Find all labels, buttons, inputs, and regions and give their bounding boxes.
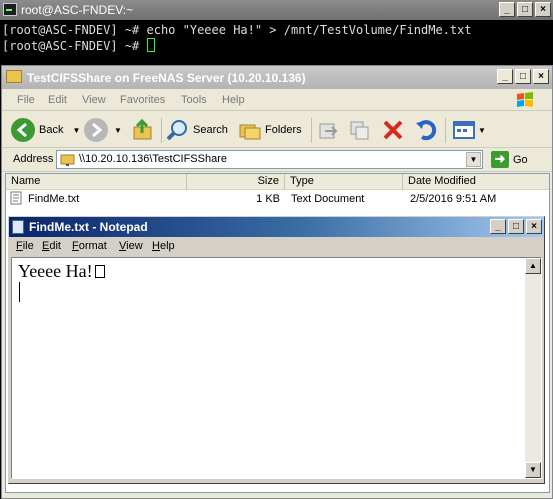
notepad-close-button[interactable]: ×	[526, 219, 542, 234]
views-dropdown-icon: ▼	[478, 125, 486, 135]
notepad-vertical-scrollbar[interactable]: ▲ ▼	[525, 258, 541, 478]
back-dropdown-icon[interactable]: ▼	[72, 126, 80, 135]
notepad-maximize-button[interactable]: □	[508, 219, 524, 234]
notepad-text-area[interactable]: Yeeee Ha! ▲ ▼	[11, 257, 542, 479]
line-break-glyph	[94, 265, 105, 278]
search-button[interactable]: Search	[166, 117, 228, 143]
explorer-close-button[interactable]: ×	[533, 69, 549, 84]
go-arrow-icon: ➜	[491, 151, 509, 168]
notepad-menu-file[interactable]: File	[16, 240, 34, 252]
file-date-modified: 2/5/2016 9:51 AM	[410, 193, 497, 205]
column-header-type[interactable]: Type	[285, 174, 403, 190]
menu-tools[interactable]: Tools	[181, 94, 207, 106]
forward-button[interactable]: ▼	[84, 117, 122, 143]
explorer-title: TestCIFSShare on FreeNAS Server (10.20.1…	[27, 71, 306, 85]
column-header-name[interactable]: Name	[6, 174, 187, 190]
explorer-title-bar[interactable]: TestCIFSShare on FreeNAS Server (10.20.1…	[2, 66, 552, 89]
file-list-header: Name Size Type Date Modified	[6, 174, 549, 190]
folders-button[interactable]: Folders	[238, 117, 302, 143]
menu-file[interactable]: File	[17, 94, 35, 106]
back-button[interactable]: Back ▼	[11, 117, 80, 143]
terminal-minimize-button[interactable]: _	[499, 2, 515, 17]
folder-icon	[6, 70, 22, 83]
up-folder-icon	[133, 118, 152, 140]
notepad-minimize-button[interactable]: _	[490, 219, 506, 234]
terminal-icon	[3, 3, 17, 16]
folders-label: Folders	[265, 124, 302, 136]
menu-help[interactable]: Help	[222, 94, 245, 106]
search-icon	[166, 120, 187, 141]
views-icon	[453, 121, 475, 139]
menu-view[interactable]: View	[82, 94, 106, 106]
terminal-cursor	[146, 38, 155, 52]
search-label: Search	[193, 124, 228, 136]
notepad-content: Yeeee Ha!	[18, 261, 93, 281]
file-icon-text-document	[10, 191, 22, 207]
notepad-menu-view[interactable]: View	[119, 240, 143, 252]
file-name: FindMe.txt	[28, 193, 80, 205]
terminal-maximize-button[interactable]: □	[517, 2, 533, 17]
address-dropdown-icon[interactable]: ▼	[466, 152, 481, 167]
terminal-title: root@ASC-FNDEV:~	[21, 3, 134, 17]
notepad-menu-bar: File Edit Format View Help	[9, 237, 544, 255]
terminal-line: [root@ASC-FNDEV] ~# echo "Yeeee Ha!" > /…	[2, 23, 472, 37]
back-label: Back	[39, 124, 64, 136]
address-input[interactable]: \\10.20.10.136\TestCIFSShare ▼	[56, 150, 483, 169]
notepad-title-bar[interactable]: FindMe.txt - Notepad _ □ ×	[9, 217, 544, 237]
go-button[interactable]: ➜ Go	[491, 151, 528, 168]
move-to-button[interactable]	[317, 117, 339, 143]
views-button[interactable]: ▼	[452, 117, 486, 143]
notepad-menu-format[interactable]: Format	[72, 240, 107, 252]
explorer-minimize-button[interactable]: _	[497, 69, 513, 84]
explorer-menu-bar: File Edit View Favorites Tools Help	[2, 89, 552, 111]
undo-button[interactable]	[414, 117, 438, 143]
copy-to-icon	[350, 121, 369, 140]
windows-logo-icon	[517, 92, 533, 107]
explorer-maximize-button[interactable]: □	[515, 69, 531, 84]
forward-dropdown-icon[interactable]: ▼	[114, 126, 122, 135]
terminal-title-bar[interactable]: root@ASC-FNDEV:~ _ □ ×	[0, 0, 553, 20]
notepad-window[interactable]: FindMe.txt - Notepad _ □ × File Edit For…	[8, 216, 545, 484]
notepad-title: FindMe.txt - Notepad	[29, 220, 148, 234]
go-label: Go	[513, 153, 528, 166]
copy-to-button[interactable]	[349, 117, 371, 143]
menu-favorites[interactable]: Favorites	[120, 94, 165, 106]
notepad-menu-edit[interactable]: Edit	[42, 240, 61, 252]
undo-icon	[416, 120, 437, 141]
forward-arrow-icon	[84, 118, 108, 142]
address-value: \\10.20.10.136\TestCIFSShare	[79, 153, 227, 165]
delete-button[interactable]	[382, 117, 404, 143]
file-type: Text Document	[291, 193, 365, 205]
address-label: Address	[13, 153, 54, 165]
terminal-line: [root@ASC-FNDEV] ~#	[2, 39, 147, 53]
move-to-icon	[319, 123, 338, 139]
explorer-toolbar: Back ▼ ▼ Search Folders ▼	[2, 111, 552, 148]
back-arrow-icon	[11, 118, 35, 142]
text-caret	[19, 282, 20, 302]
network-folder-icon	[60, 154, 75, 166]
up-folder-button[interactable]	[132, 117, 154, 143]
delete-x-icon	[383, 120, 403, 140]
folders-icon	[239, 124, 261, 140]
notepad-content-line: Yeeee Ha!	[18, 261, 105, 282]
menu-edit[interactable]: Edit	[48, 94, 67, 106]
scroll-down-button[interactable]: ▼	[525, 462, 541, 478]
notepad-menu-help[interactable]: Help	[152, 240, 175, 252]
address-bar: Address \\10.20.10.136\TestCIFSShare ▼ ➜…	[2, 148, 552, 172]
scroll-up-button[interactable]: ▲	[525, 258, 541, 274]
terminal-close-button[interactable]: ×	[535, 2, 551, 17]
column-header-date-modified[interactable]: Date Modified	[403, 174, 549, 190]
column-header-size[interactable]: Size	[187, 174, 285, 190]
file-size: 1 KB	[256, 193, 280, 205]
notepad-icon	[12, 220, 24, 234]
